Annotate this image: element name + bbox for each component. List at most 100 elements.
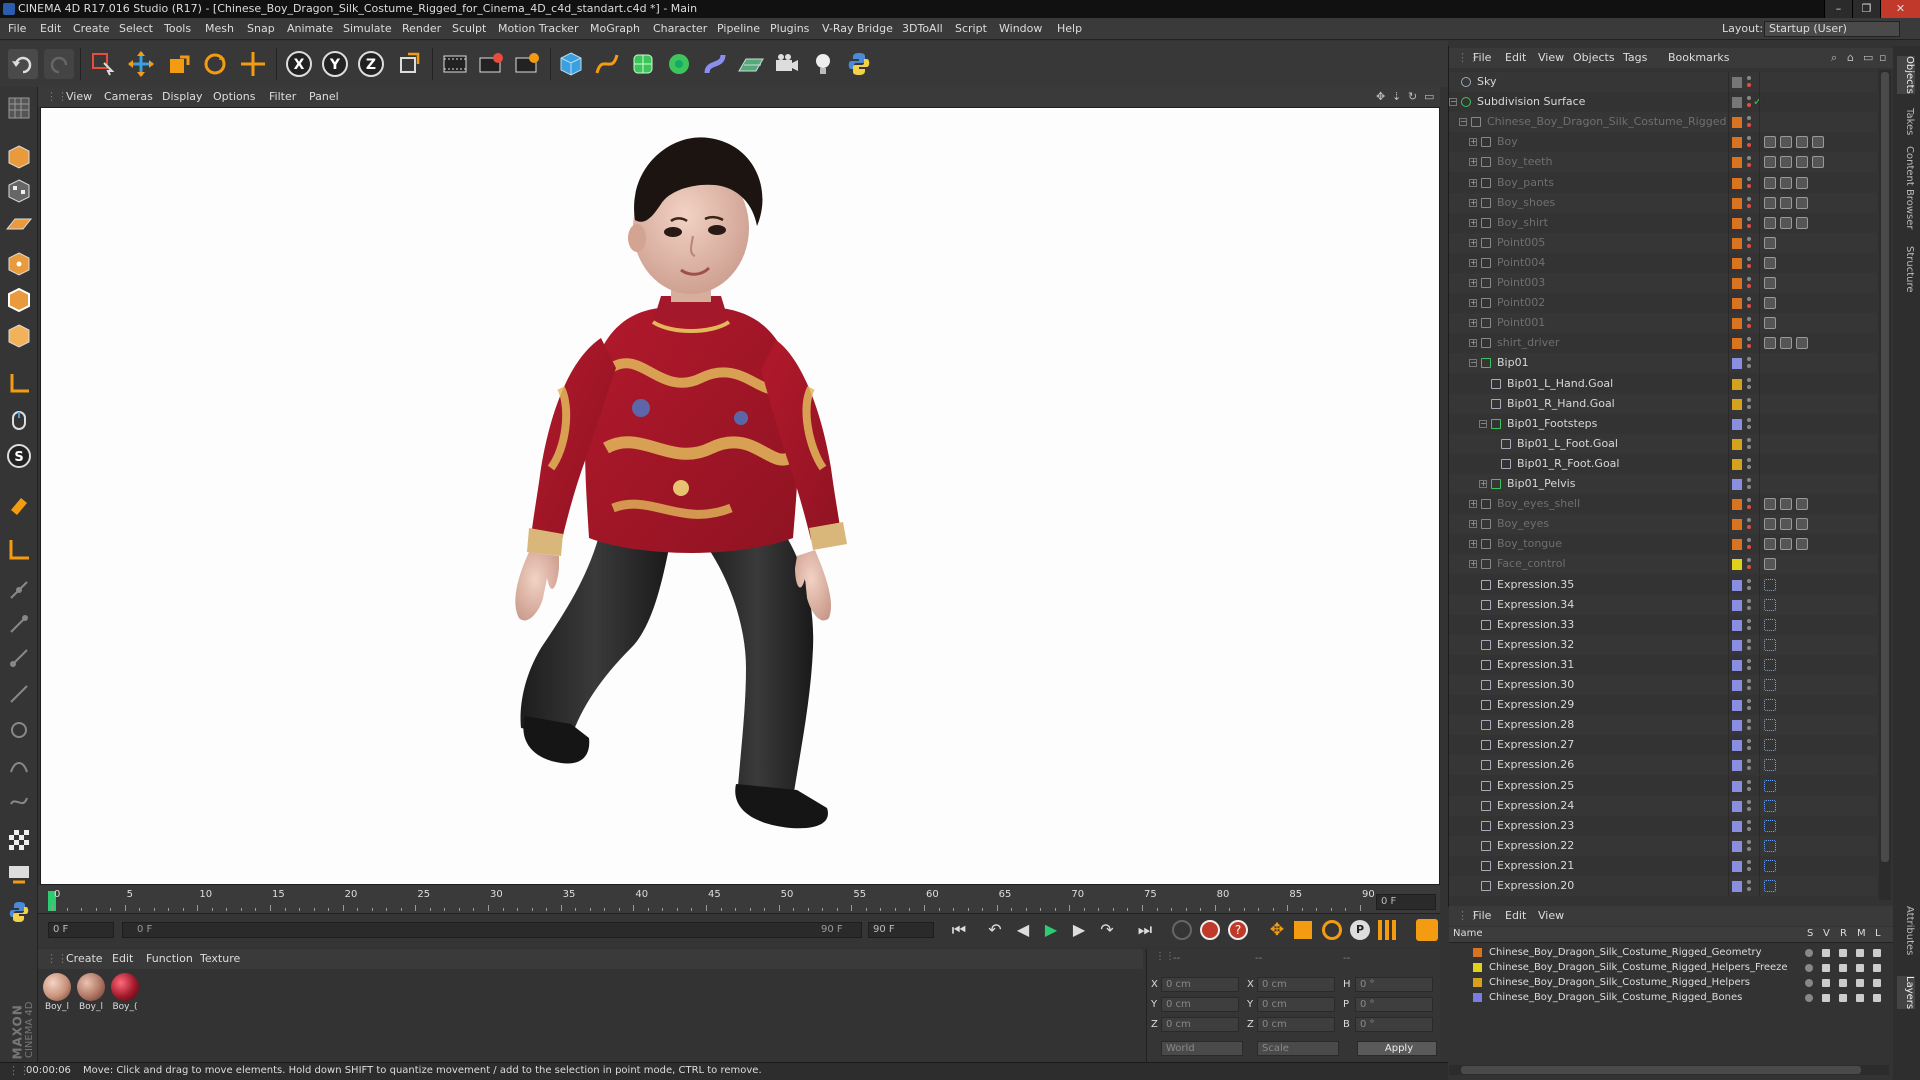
object-home-icon[interactable]: ⌂	[1847, 48, 1854, 68]
key-pla-icon[interactable]	[1378, 920, 1398, 940]
layer-color-icon[interactable]	[1732, 458, 1742, 470]
object-name[interactable]: Bip01_L_Hand.Goal	[1507, 374, 1613, 394]
object-row[interactable]: + Boy_tongue	[1449, 534, 1877, 555]
layer-color-icon[interactable]	[1732, 760, 1742, 772]
material-tag-icon[interactable]	[1780, 538, 1792, 551]
object-row[interactable]: + Point004	[1449, 252, 1877, 273]
object-row[interactable]: − Bip01	[1449, 353, 1877, 374]
z-axis-icon[interactable]: Z	[356, 49, 386, 79]
visibility-editor-dot[interactable]	[1747, 739, 1751, 744]
visibility-render-dot[interactable]	[1747, 686, 1751, 690]
visibility-editor-dot[interactable]	[1747, 76, 1751, 80]
key-scale-icon[interactable]	[1294, 921, 1312, 939]
move-tool-icon[interactable]	[126, 49, 156, 79]
tab-takes[interactable]: Takes	[1897, 108, 1915, 135]
object-row[interactable]: Expression.33	[1449, 614, 1877, 635]
visibility-render-dot[interactable]	[1747, 163, 1751, 168]
cube-primitive-icon[interactable]	[556, 49, 586, 79]
object-name[interactable]: Expression.20	[1497, 876, 1574, 896]
layer-name[interactable]: Chinese_Boy_Dragon_Silk_Costume_Rigged_H…	[1489, 975, 1750, 990]
layer-row[interactable]: Chinese_Boy_Dragon_Silk_Costume_Rigged_H…	[1449, 975, 1893, 990]
expand-toggle-icon[interactable]: +	[1469, 540, 1477, 549]
previous-frame-icon[interactable]: ◀	[1012, 919, 1034, 941]
object-row[interactable]: Bip01_L_Foot.Goal	[1449, 433, 1877, 454]
object-name[interactable]: Expression.24	[1497, 796, 1574, 816]
visibility-editor-dot[interactable]	[1747, 839, 1751, 844]
render-settings-icon[interactable]	[512, 49, 542, 79]
visibility-editor-dot[interactable]	[1747, 317, 1751, 322]
material-tag-icon[interactable]	[1764, 317, 1776, 330]
object-name[interactable]: Bip01_R_Foot.Goal	[1517, 454, 1619, 474]
xpresso-tag-icon[interactable]	[1764, 859, 1776, 872]
layer-color-icon[interactable]	[1732, 177, 1742, 189]
layer-menu-edit[interactable]: Edit	[1505, 906, 1526, 926]
material-tag-icon[interactable]	[1764, 518, 1776, 531]
object-row[interactable]: + Point003	[1449, 273, 1877, 293]
expand-toggle-icon[interactable]: +	[1469, 218, 1477, 227]
object-row[interactable]: + Boy_teeth	[1449, 152, 1877, 173]
visibility-editor-dot[interactable]	[1747, 638, 1751, 643]
layer-name[interactable]: Chinese_Boy_Dragon_Silk_Costume_Rigged_H…	[1489, 960, 1788, 975]
coord-pos-y-field[interactable]: 0 cm	[1161, 997, 1239, 1012]
object-list-scrollbar[interactable]	[1879, 70, 1891, 900]
object-row[interactable]: − Bip01_Footsteps	[1449, 413, 1877, 434]
layer-lock-icon[interactable]	[1873, 994, 1881, 1002]
ik-tool-icon[interactable]	[5, 610, 33, 638]
menu-window[interactable]: Window	[999, 18, 1042, 40]
visibility-render-dot[interactable]	[1747, 123, 1751, 128]
visibility-render-dot[interactable]	[1747, 846, 1751, 851]
menu-mograph[interactable]: MoGraph	[590, 18, 640, 40]
layer-color-icon[interactable]	[1732, 659, 1742, 671]
layer-color-icon[interactable]	[1732, 780, 1742, 792]
object-name[interactable]: Boy_eyes	[1497, 514, 1549, 534]
expand-toggle-icon[interactable]: −	[1479, 419, 1487, 428]
material-tag-icon[interactable]	[1780, 176, 1792, 189]
object-name[interactable]: Expression.26	[1497, 755, 1574, 775]
expand-toggle-icon[interactable]: +	[1469, 319, 1477, 328]
object-scroll-thumb[interactable]	[1881, 72, 1889, 862]
viewport-menu-display[interactable]: Display	[162, 87, 203, 107]
layer-color-icon[interactable]	[1732, 438, 1742, 450]
coord-mode-select[interactable]: Scale	[1257, 1041, 1339, 1056]
cloner-icon[interactable]	[664, 49, 694, 79]
object-name[interactable]: Expression.22	[1497, 836, 1574, 856]
material-tag-icon[interactable]	[1812, 136, 1824, 149]
texture-mode-icon[interactable]	[5, 177, 33, 205]
visibility-editor-dot[interactable]	[1747, 337, 1751, 342]
object-row[interactable]: Expression.23	[1449, 815, 1877, 836]
object-row[interactable]: + Point002	[1449, 293, 1877, 314]
material-tag-icon[interactable]	[1780, 337, 1792, 350]
object-menu-bookmarks[interactable]: Bookmarks	[1668, 48, 1729, 68]
material-tag-icon[interactable]	[1780, 136, 1792, 149]
visibility-editor-dot[interactable]	[1747, 598, 1751, 603]
menu-snap[interactable]: Snap	[247, 18, 275, 40]
visibility-editor-dot[interactable]	[1747, 478, 1751, 482]
visibility-render-dot[interactable]	[1747, 786, 1751, 791]
xpresso-tag-icon[interactable]	[1764, 779, 1776, 792]
object-row[interactable]: + Boy	[1449, 132, 1877, 153]
coord-rot-b-field[interactable]: 0 °	[1355, 1017, 1433, 1032]
xpresso-tag-icon[interactable]	[1764, 739, 1776, 752]
visibility-editor-dot[interactable]	[1747, 216, 1751, 221]
expand-toggle-icon[interactable]: +	[1469, 138, 1477, 147]
layer-render-icon[interactable]	[1839, 994, 1847, 1002]
viewport-menu-cameras[interactable]: Cameras	[104, 87, 153, 107]
coord-apply-button[interactable]: Apply	[1357, 1041, 1437, 1056]
python-icon[interactable]	[844, 49, 874, 79]
expand-toggle-icon[interactable]: +	[1469, 238, 1477, 247]
object-row[interactable]: + Point005	[1449, 232, 1877, 253]
material-tag-icon[interactable]	[1796, 538, 1808, 551]
visibility-editor-dot[interactable]	[1747, 859, 1751, 864]
material-tag-icon[interactable]	[1796, 498, 1808, 511]
viewport-maximize-icon[interactable]: ▭	[1424, 87, 1434, 107]
layer-render-icon[interactable]	[1839, 979, 1847, 987]
layer-solo-dot-icon[interactable]	[1805, 994, 1813, 1002]
visibility-editor-dot[interactable]	[1747, 176, 1751, 181]
object-name[interactable]: Point004	[1497, 253, 1545, 273]
xpresso-tag-icon[interactable]	[1764, 679, 1776, 691]
visibility-editor-dot[interactable]	[1747, 196, 1751, 201]
transform-tool-icon[interactable]	[238, 49, 268, 79]
layer-row[interactable]: Chinese_Boy_Dragon_Silk_Costume_Rigged_G…	[1449, 945, 1893, 960]
layer-color-swatch[interactable]	[1473, 963, 1482, 972]
xpresso-tag-icon[interactable]	[1764, 618, 1776, 631]
